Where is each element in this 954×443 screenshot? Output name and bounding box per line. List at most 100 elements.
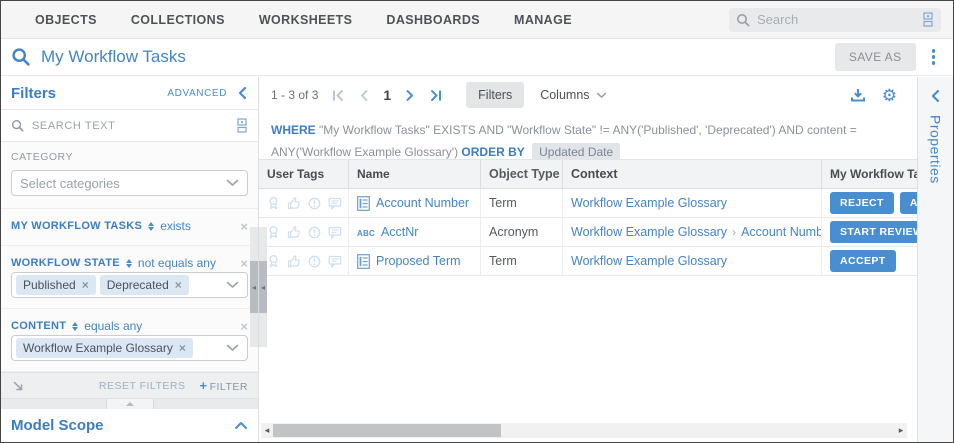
collapse-sidebar-icon[interactable]	[237, 86, 248, 100]
column-header-name[interactable]: Name	[349, 160, 481, 188]
remove-chip-icon[interactable]: ×	[82, 279, 89, 291]
global-search-box[interactable]	[729, 8, 941, 32]
last-page-icon[interactable]	[429, 89, 442, 102]
filter-search-input[interactable]	[32, 120, 229, 132]
prev-page-icon[interactable]	[359, 89, 369, 102]
scroll-left-icon[interactable]: ◂	[261, 425, 273, 436]
next-page-icon[interactable]	[405, 89, 415, 102]
properties-panel: Properties	[917, 77, 953, 442]
properties-resize-handle[interactable]: ◂	[259, 227, 267, 347]
object-name-link[interactable]: AcctNr	[381, 225, 419, 239]
filter-search-row[interactable]	[1, 110, 258, 142]
context-cell: Workflow Example Glossary › Account Number	[563, 218, 822, 246]
filter-operator[interactable]: not equals any	[138, 256, 216, 270]
sidebar-splitter[interactable]	[1, 399, 258, 409]
scroll-right-icon[interactable]: ▸	[895, 425, 907, 436]
alert-icon[interactable]	[308, 197, 321, 210]
nav-item-objects[interactable]: OBJECTS	[35, 13, 97, 27]
alert-icon[interactable]	[308, 255, 321, 268]
breadcrumb-separator: ›	[732, 225, 736, 239]
collapse-left-icon: ◂	[261, 283, 265, 292]
remove-filter-icon[interactable]: ×	[240, 220, 248, 233]
user-tags-cell	[259, 247, 349, 275]
nav-item-collections[interactable]: COLLECTIONS	[131, 13, 225, 27]
comment-icon[interactable]	[328, 255, 342, 268]
object-name-link[interactable]: Account Number	[376, 196, 469, 210]
context-link[interactable]: Workflow Example Glossary	[571, 254, 727, 268]
thumbs-up-icon[interactable]	[287, 255, 301, 268]
column-header-user-tags[interactable]: User Tags	[259, 160, 349, 188]
comment-icon[interactable]	[328, 197, 342, 210]
remove-filter-icon[interactable]: ×	[240, 257, 248, 270]
settings-gear-icon[interactable]: ⚙	[882, 87, 897, 104]
chip-label: Deprecated	[107, 278, 169, 292]
alert-icon[interactable]	[308, 226, 321, 239]
name-cell: Proposed Term	[349, 247, 481, 275]
table-row: Account NumberTermWorkflow Example Gloss…	[259, 189, 917, 218]
filters-toggle-button[interactable]: Filters	[466, 82, 524, 108]
term-icon	[357, 196, 370, 211]
operator-toggle-icon[interactable]	[72, 322, 78, 331]
model-scope-section[interactable]: Model Scope	[1, 409, 258, 442]
thumbs-up-icon[interactable]	[287, 197, 301, 210]
remove-filter-icon[interactable]: ×	[240, 320, 248, 333]
horizontal-scrollbar[interactable]: ◂ ▸	[261, 423, 907, 438]
collapse-left-icon: ◂	[252, 283, 256, 292]
column-header-context[interactable]: Context	[563, 160, 822, 188]
context-link[interactable]: Workflow Example Glossary	[571, 196, 727, 210]
column-header-my-workflow-tasks[interactable]: My Workflow Tasks	[822, 160, 917, 188]
operator-toggle-icon[interactable]	[126, 259, 132, 268]
term-icon	[357, 254, 370, 269]
column-header-object-type[interactable]: Object Type	[481, 160, 563, 188]
filter-section-header: WORKFLOW STATE not equals any ×	[11, 254, 248, 272]
download-icon[interactable]	[850, 87, 866, 103]
scrollbar-thumb[interactable]	[273, 424, 501, 437]
comment-icon[interactable]	[328, 226, 342, 239]
filter-operator[interactable]: exists	[160, 219, 191, 233]
filter-operator[interactable]: equals any	[84, 319, 142, 333]
award-icon[interactable]	[267, 196, 280, 210]
operator-toggle-icon[interactable]	[148, 222, 154, 231]
filter-values-select[interactable]: Published×Deprecated×	[11, 272, 248, 298]
category-select[interactable]: Select categories	[11, 170, 248, 196]
workflow-actions-cell: REJECT APPROVE	[822, 189, 917, 217]
object-name-link[interactable]: Proposed Term	[376, 254, 461, 268]
columns-dropdown[interactable]: Columns	[540, 88, 606, 102]
filter-label[interactable]: WORKFLOW STATE	[11, 257, 120, 269]
model-scope-title: Model Scope	[11, 417, 104, 434]
award-icon[interactable]	[267, 225, 280, 239]
filter-label[interactable]: CONTENT	[11, 320, 66, 332]
advanced-search-icon[interactable]	[923, 12, 934, 27]
collapse-all-icon[interactable]	[11, 379, 25, 393]
context-link[interactable]: Workflow Example Glossary	[571, 225, 727, 239]
search-icon	[736, 13, 750, 27]
main-menu: OBJECTS COLLECTIONS WORKSHEETS DASHBOARDS MA…	[35, 13, 572, 27]
nav-item-worksheets[interactable]: WORKSHEETS	[259, 13, 353, 27]
approve-button[interactable]: APPROVE	[900, 192, 917, 214]
first-page-icon[interactable]	[332, 89, 345, 102]
filters-header: Filters ADVANCED	[1, 77, 258, 110]
properties-tab[interactable]: Properties	[928, 115, 944, 184]
award-icon[interactable]	[267, 254, 280, 268]
save-as-button[interactable]: SAVE AS	[835, 43, 916, 71]
expand-properties-icon[interactable]	[926, 85, 945, 107]
nav-item-dashboards[interactable]: DASHBOARDS	[386, 13, 480, 27]
context-link[interactable]: Account Number	[741, 225, 822, 239]
add-filter-button[interactable]: +FILTER	[200, 378, 249, 393]
accept-button[interactable]: ACCEPT	[830, 250, 896, 272]
filter-label[interactable]: MY WORKFLOW TASKS	[11, 220, 142, 232]
reject-button[interactable]: REJECT	[830, 192, 894, 214]
remove-chip-icon[interactable]: ×	[179, 342, 186, 354]
nav-item-manage[interactable]: MANAGE	[514, 13, 572, 27]
result-range: 1 - 3 of 3	[271, 88, 318, 102]
global-search-input[interactable]	[757, 12, 916, 27]
start-review-button[interactable]: START REVIEW	[830, 221, 917, 243]
reset-filters-button[interactable]: RESET FILTERS	[99, 380, 186, 392]
thumbs-up-icon[interactable]	[287, 226, 301, 239]
search-fields-icon[interactable]	[237, 118, 248, 133]
more-options-icon[interactable]	[924, 45, 944, 69]
sidebar-resize-handle[interactable]: ◂	[250, 227, 258, 347]
filter-values-select[interactable]: Workflow Example Glossary×	[11, 335, 248, 361]
remove-chip-icon[interactable]: ×	[175, 279, 182, 291]
advanced-filters-link[interactable]: ADVANCED	[167, 88, 227, 99]
